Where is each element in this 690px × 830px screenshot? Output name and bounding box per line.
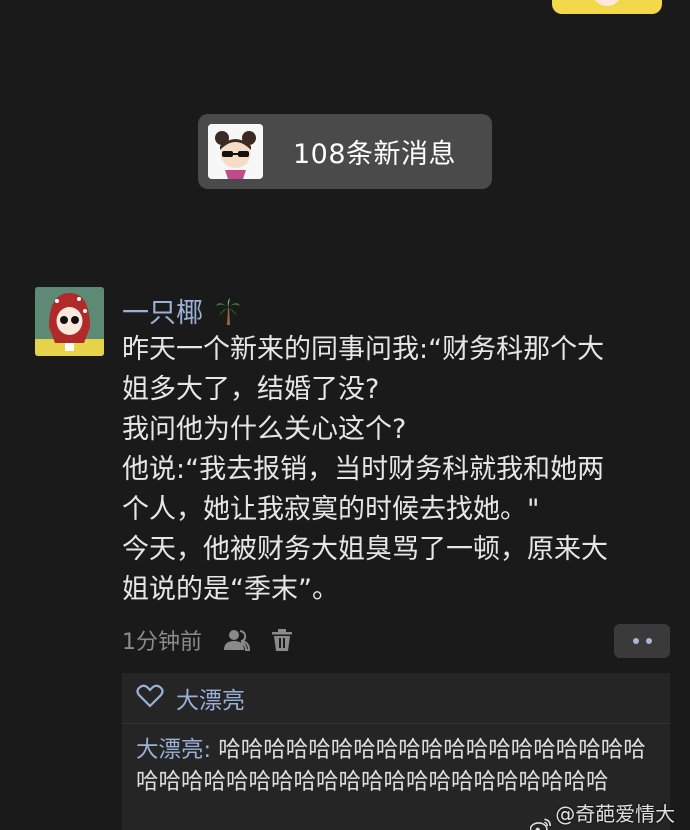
trash-icon[interactable]: [272, 629, 292, 651]
watermark: @奇葩爱情大赏: [530, 798, 690, 830]
avatar-image: [35, 287, 104, 356]
cartoon-avatar-icon: [208, 124, 263, 179]
new-messages-pill[interactable]: 108条新消息: [198, 114, 492, 189]
comment-line: 姐说的是“季末”。: [122, 574, 339, 605]
reply-author[interactable]: 大漂亮:: [136, 737, 211, 763]
pill-avatar: [208, 124, 263, 179]
comment-line: 姐多大了，结婚了没?: [122, 374, 380, 405]
comment-line: 昨天一个新来的同事问我:“财务科那个大: [122, 334, 605, 365]
commenter-avatar[interactable]: [35, 287, 104, 356]
likes-row: 大漂亮: [122, 673, 670, 724]
comment-line: 个人，她让我寂寞的时候去找她。": [122, 494, 540, 525]
reply-text: 哈哈哈哈哈哈哈哈哈哈哈哈哈哈哈哈哈哈哈哈哈哈哈哈哈哈哈哈哈哈哈哈哈哈哈哈哈哈哈哈: [136, 737, 646, 795]
liker-name[interactable]: 大漂亮: [176, 681, 245, 715]
watermark-text: @奇葩爱情大赏: [555, 802, 676, 826]
comment-body: 昨天一个新来的同事问我:“财务科那个大 姐多大了，结婚了没? 我问他为什么关心这…: [122, 330, 662, 610]
commenter-name: 一只椰: [122, 298, 203, 329]
commenter-name-row[interactable]: 一只椰: [122, 291, 240, 333]
new-messages-label: 108条新消息: [293, 139, 457, 170]
chat-screen: 108条新消息 一只椰 昨天一个新来的同事问我:“财务科那个大 姐多大了，结婚了…: [0, 0, 690, 830]
weibo-icon: [530, 818, 551, 830]
heart-icon[interactable]: [136, 684, 164, 712]
more-icon: [632, 638, 639, 644]
comment-line: 我问他为什么关心这个?: [122, 414, 407, 445]
more-icon: [645, 638, 652, 644]
user-icon[interactable]: [224, 629, 250, 651]
reply-item[interactable]: 大漂亮: 哈哈哈哈哈哈哈哈哈哈哈哈哈哈哈哈哈哈哈哈哈哈哈哈哈哈哈哈哈哈哈哈哈哈哈…: [122, 724, 670, 798]
comment-meta: 1分钟前: [122, 624, 292, 656]
comment-time: 1分钟前: [122, 630, 202, 655]
palm-tree-icon: [215, 298, 240, 333]
partial-avatar: [552, 0, 662, 14]
comment-line: 他说:“我去报销，当时财务科就我和她两: [122, 454, 605, 485]
comment-line: 今天，他被财务大姐臭骂了一顿，原来大: [122, 534, 608, 565]
avatar-face: [592, 0, 622, 6]
more-button[interactable]: [614, 624, 670, 658]
